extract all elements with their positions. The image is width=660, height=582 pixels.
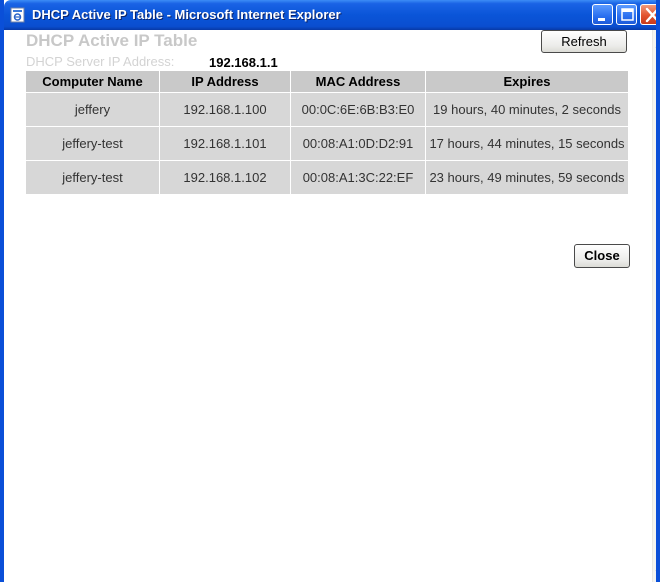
maximize-button[interactable] [616, 4, 637, 25]
window-close-button[interactable] [640, 4, 656, 25]
column-header-expires: Expires [425, 71, 628, 93]
cell-ip-address: 192.168.1.100 [159, 92, 291, 127]
column-header-ip-address: IP Address [159, 71, 291, 93]
cell-expires: 17 hours, 44 minutes, 15 seconds [425, 126, 628, 161]
cell-ip-address: 192.168.1.101 [159, 126, 291, 161]
column-header-computer-name: Computer Name [26, 71, 160, 93]
browser-window: DHCP Active IP Table - Microsoft Interne… [0, 0, 660, 582]
close-button[interactable]: Close [574, 244, 630, 268]
minimize-icon [598, 18, 605, 21]
cell-mac-address: 00:08:A1:3C:22:EF [290, 160, 426, 194]
table-row: jeffery-test 192.168.1.102 00:08:A1:3C:2… [26, 160, 628, 194]
maximize-icon [621, 8, 634, 21]
server-ip-label: DHCP Server IP Address: [26, 54, 175, 69]
cell-computer-name: jeffery [26, 92, 160, 127]
scroll-up-arrow-icon[interactable] [654, 40, 660, 52]
table-row: jeffery-test 192.168.1.101 00:08:A1:0D:D… [26, 126, 628, 161]
scroll-down-arrow-icon[interactable] [654, 566, 660, 578]
cell-ip-address: 192.168.1.102 [159, 160, 291, 194]
cell-computer-name: jeffery-test [26, 160, 160, 194]
close-icon [645, 7, 656, 23]
table-row: jeffery 192.168.1.100 00:0C:6E:6B:B3:E0 … [26, 92, 628, 127]
server-ip-value: 192.168.1.1 [209, 55, 278, 70]
cell-computer-name: jeffery-test [26, 126, 160, 161]
table-header-row: Computer Name IP Address MAC Address Exp… [26, 71, 628, 93]
internet-explorer-page-icon [10, 7, 25, 23]
page-title: DHCP Active IP Table [26, 31, 198, 50]
dhcp-table: Computer Name IP Address MAC Address Exp… [26, 71, 628, 194]
vertical-scrollbar[interactable] [652, 30, 660, 582]
window-title: DHCP Active IP Table - Microsoft Interne… [32, 7, 341, 22]
column-header-mac-address: MAC Address [290, 71, 426, 93]
cell-expires: 19 hours, 40 minutes, 2 seconds [425, 92, 628, 127]
cell-mac-address: 00:0C:6E:6B:B3:E0 [290, 92, 426, 127]
minimize-button[interactable] [592, 4, 613, 25]
cell-mac-address: 00:08:A1:0D:D2:91 [290, 126, 426, 161]
cell-expires: 23 hours, 49 minutes, 59 seconds [425, 160, 628, 194]
title-bar: DHCP Active IP Table - Microsoft Interne… [4, 0, 656, 30]
refresh-button[interactable]: Refresh [541, 30, 627, 53]
